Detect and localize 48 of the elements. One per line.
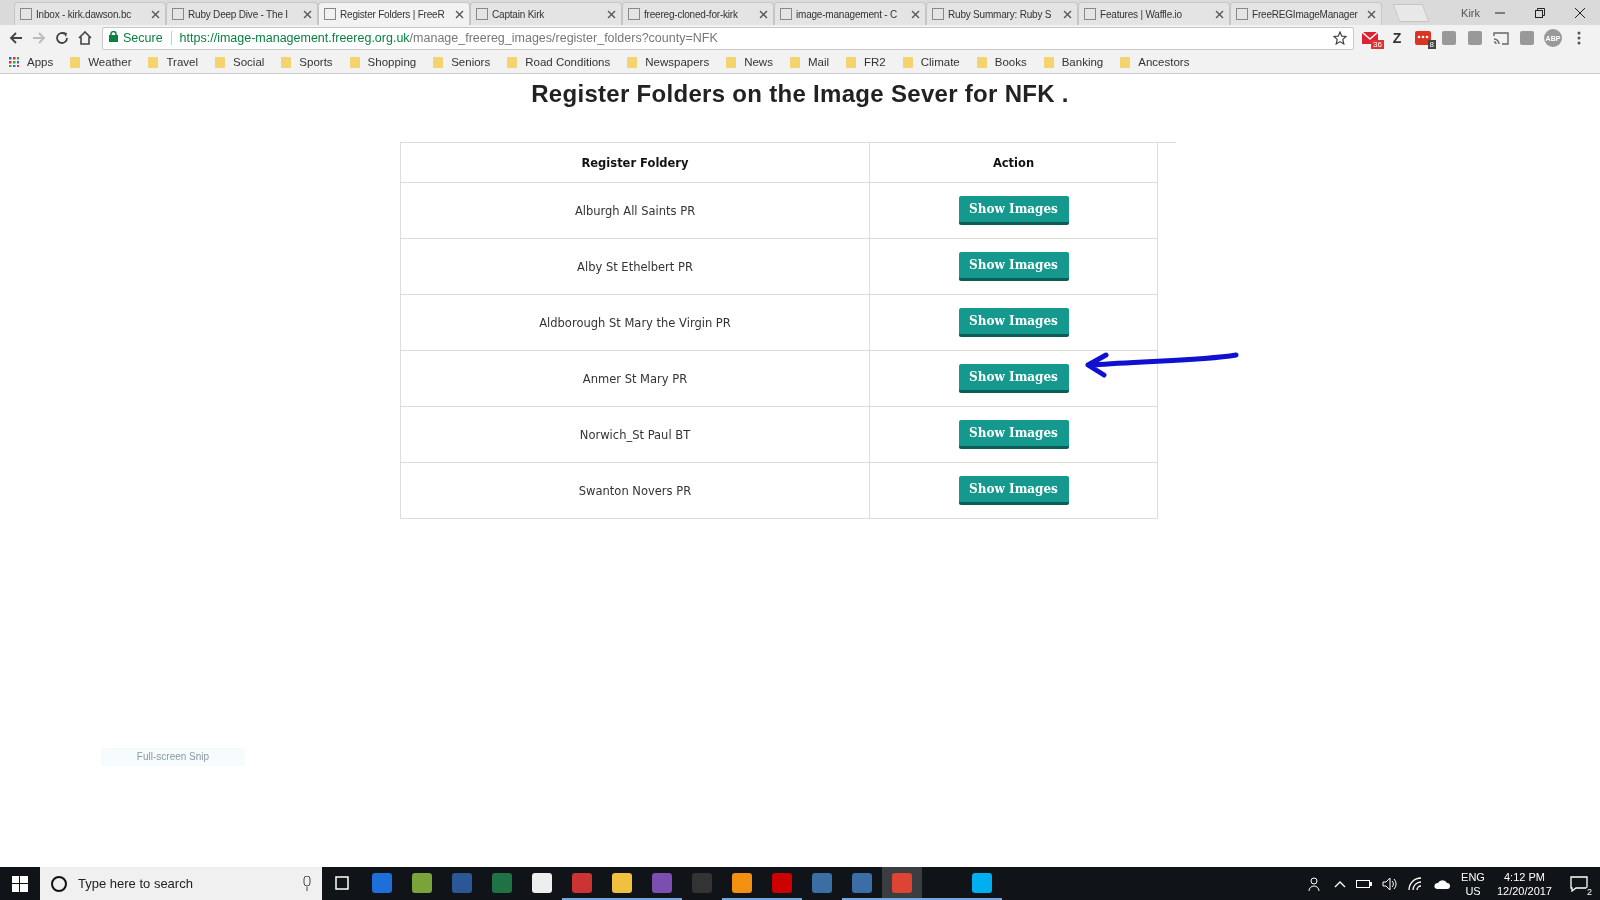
bookmark-folder[interactable]: News xyxy=(726,56,773,68)
bookmark-folder[interactable]: Banking xyxy=(1043,56,1104,68)
browser-tab[interactable]: Ruby Deep Dive - The I xyxy=(166,2,318,25)
browser-tab[interactable]: image-management - C xyxy=(774,2,926,25)
browser-tab[interactable]: Inbox - kirk.dawson.bc xyxy=(14,2,166,25)
table-cell: Norwich_St Paul BT xyxy=(400,406,870,463)
bookmark-folder[interactable]: Ancestors xyxy=(1120,56,1190,68)
table-cell: Anmer St Mary PR xyxy=(400,350,870,407)
browser-tab[interactable]: Register Folders | FreeR xyxy=(318,2,470,25)
address-bar[interactable]: Secure https://image-management.freereg.org.uk/manage_freereg_images/register_folders?county=NFK xyxy=(102,26,1354,50)
show-images-button[interactable]: Show Images xyxy=(958,252,1069,281)
extension-icon[interactable]: Z xyxy=(1388,30,1406,46)
browser-tab[interactable]: FreeREGImageManager xyxy=(1230,2,1382,25)
page-title: Register Folders on the Image Sever for NFK . xyxy=(531,80,1069,108)
bookmark-folder[interactable]: Travel xyxy=(148,56,198,68)
browser-tab[interactable]: freereg-cloned-for-kirk xyxy=(622,2,774,25)
table-cell: Alby St Ethelbert PR xyxy=(400,238,870,295)
bookmark-folder[interactable]: Social xyxy=(215,56,265,68)
browser-tab[interactable]: Ruby Summary: Ruby S xyxy=(926,2,1078,25)
column-header: Action xyxy=(869,143,1158,183)
bookmark-folder[interactable]: Climate xyxy=(902,56,960,68)
bookmark-folder[interactable]: Road Conditions xyxy=(507,56,611,68)
bookmark-folder[interactable]: Newspapers xyxy=(627,56,710,68)
bookmark-folder[interactable]: FR2 xyxy=(846,56,886,68)
bookmark-folder[interactable]: Sports xyxy=(281,56,333,68)
bookmark-folder[interactable]: Seniors xyxy=(433,56,491,68)
table-cell: Aldborough St Mary the Virgin PR xyxy=(400,294,870,351)
profile-name[interactable]: Kirk xyxy=(1461,7,1480,19)
browser-tab[interactable]: Features | Waffle.io xyxy=(1078,2,1230,25)
bookmark-folder[interactable]: Books xyxy=(976,56,1027,68)
show-images-button[interactable]: Show Images xyxy=(958,420,1069,449)
clock[interactable]: 4:12 PM 12/20/2017 xyxy=(1490,869,1558,898)
apps-shortcut[interactable]: Apps xyxy=(9,56,54,68)
show-images-button[interactable]: Show Images xyxy=(958,364,1069,393)
show-images-button[interactable]: Show Images xyxy=(958,476,1069,505)
bookmark-folder[interactable]: Weather xyxy=(70,56,132,68)
bookmark-folder[interactable]: Shopping xyxy=(349,56,417,68)
show-images-button[interactable]: Show Images xyxy=(958,196,1069,225)
taskbar-search-field[interactable]: Type here to search xyxy=(40,867,322,900)
language-indicator[interactable]: ENG US xyxy=(1455,869,1491,898)
column-header: Register Foldery xyxy=(400,143,870,183)
search-input[interactable]: Type here to search xyxy=(76,875,294,892)
show-images-button[interactable]: Show Images xyxy=(958,308,1069,337)
browser-tab[interactable]: Captain Kirk xyxy=(470,2,622,25)
table-cell: Swanton Novers PR xyxy=(400,462,870,519)
snip-label: Full-screen Snip xyxy=(101,748,245,766)
bookmark-folder[interactable]: Mail xyxy=(789,56,829,68)
table-cell: Alburgh All Saints PR xyxy=(400,182,870,239)
